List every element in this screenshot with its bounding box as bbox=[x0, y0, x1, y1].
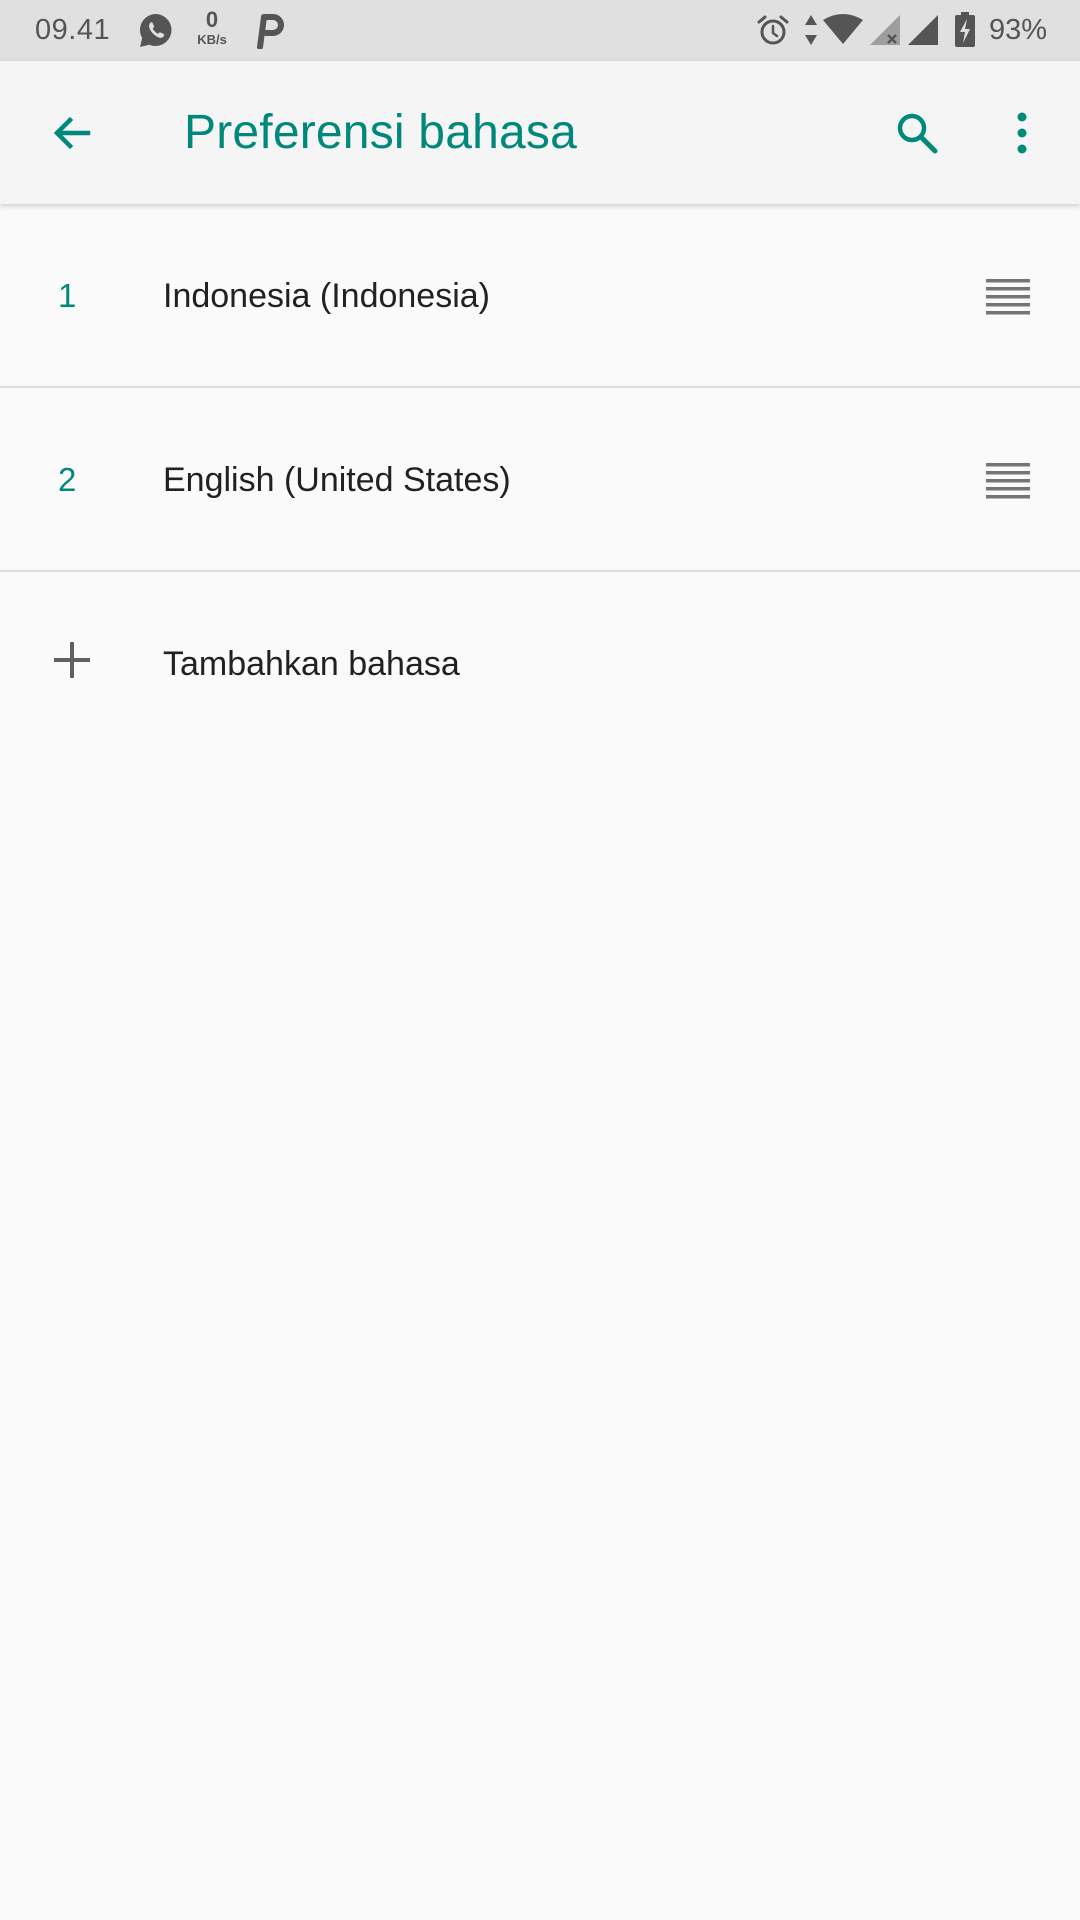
language-name: Indonesia (Indonesia) bbox=[163, 277, 491, 315]
more-vert-icon bbox=[1014, 109, 1030, 162]
search-button[interactable] bbox=[885, 103, 949, 167]
page-title: Preferensi bahasa bbox=[184, 106, 577, 159]
drag-handle-icon[interactable] bbox=[984, 272, 1032, 320]
battery-percent: 93% bbox=[989, 14, 1048, 46]
more-options-button[interactable] bbox=[990, 103, 1054, 167]
language-item[interactable]: 1 Indonesia (Indonesia) bbox=[0, 204, 1080, 388]
arrow-back-icon bbox=[48, 109, 96, 162]
alarm-icon bbox=[756, 13, 790, 52]
signal-icon bbox=[906, 13, 940, 52]
add-language-label: Tambahkan bahasa bbox=[163, 645, 460, 683]
drag-handle-icon[interactable] bbox=[984, 456, 1032, 504]
battery-charging-icon bbox=[954, 12, 976, 53]
network-speed: 0 KB/s bbox=[197, 7, 227, 47]
language-item[interactable]: 2 English (United States) bbox=[0, 388, 1080, 572]
signal-x-icon bbox=[868, 13, 902, 52]
data-arrows-icon bbox=[804, 13, 818, 52]
language-position: 2 bbox=[58, 461, 77, 498]
status-bar: 09.41 0 KB/s 93% bbox=[0, 0, 1080, 61]
language-name: English (United States) bbox=[163, 461, 511, 499]
language-position: 1 bbox=[58, 277, 77, 314]
language-list: 1 Indonesia (Indonesia) 2 English (Unite… bbox=[0, 204, 1080, 756]
search-icon bbox=[893, 109, 941, 162]
p-app-icon bbox=[254, 13, 284, 54]
status-time: 09.41 bbox=[35, 14, 111, 46]
wifi-icon bbox=[822, 14, 864, 51]
whatsapp-icon bbox=[136, 11, 176, 56]
app-bar: Preferensi bahasa bbox=[0, 61, 1080, 204]
add-language-button[interactable]: Tambahkan bahasa bbox=[0, 572, 1080, 756]
plus-icon bbox=[48, 636, 96, 684]
back-button[interactable] bbox=[40, 103, 104, 167]
